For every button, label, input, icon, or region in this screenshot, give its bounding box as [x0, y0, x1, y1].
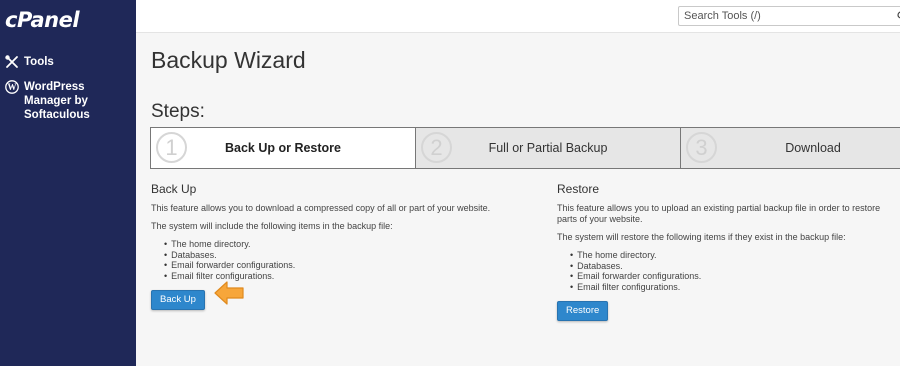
restore-items-list: The home directory. Databases. Email for… [570, 250, 900, 292]
pointer-arrow-icon [214, 281, 244, 305]
backup-intro: The system will include the following it… [151, 221, 393, 231]
tools-icon [5, 55, 18, 68]
backup-description: This feature allows you to download a co… [151, 203, 491, 213]
cpanel-logo[interactable]: cPanel [5, 8, 80, 32]
step-download[interactable]: 3 Download [680, 128, 900, 168]
list-item: Email filter configurations. [570, 282, 900, 293]
step-full-or-partial-backup[interactable]: 2 Full or Partial Backup [415, 128, 680, 168]
backup-items-list: The home directory. Databases. Email for… [164, 239, 531, 281]
page-title: Backup Wizard [151, 47, 306, 73]
list-item: Email forwarder configurations. [164, 260, 531, 271]
list-item: Databases. [164, 250, 531, 261]
restore-heading: Restore [557, 182, 600, 196]
svg-text:W: W [8, 82, 17, 92]
sidebar-item-label: Tools [24, 56, 54, 68]
back-up-button[interactable]: Back Up [151, 290, 205, 310]
sidebar-item-tools[interactable]: Tools [5, 55, 54, 69]
steps-bar: 1 Back Up or Restore 2 Full or Partial B… [150, 127, 900, 169]
step-label: Download [785, 141, 841, 155]
sidebar-item-label: WordPress Manager by Softaculous [24, 81, 90, 121]
step-label: Full or Partial Backup [488, 141, 608, 155]
wordpress-icon: W [5, 80, 19, 94]
top-bar [136, 0, 900, 33]
sidebar: cPanel Tools W WordPress Manager by Soft… [0, 0, 136, 366]
restore-button[interactable]: Restore [557, 301, 609, 321]
sidebar-item-wordpress-manager[interactable]: W WordPress Manager by Softaculous [5, 80, 130, 122]
list-item: Email forwarder configurations. [570, 271, 900, 282]
search-input[interactable] [678, 6, 900, 26]
steps-heading: Steps: [151, 101, 205, 122]
restore-description: This feature allows you to upload an exi… [557, 203, 881, 224]
list-item: The home directory. [570, 250, 900, 261]
backup-heading: Back Up [151, 182, 197, 196]
list-item: The home directory. [164, 239, 531, 250]
step-back-up-or-restore[interactable]: 1 Back Up or Restore [150, 128, 415, 168]
list-item: Databases. [570, 261, 900, 272]
restore-intro: The system will restore the following it… [557, 232, 846, 242]
step-label: Back Up or Restore [224, 141, 341, 155]
backup-section: Back Up This feature allows you to downl… [151, 182, 531, 310]
restore-section: Restore This feature allows you to uploa… [557, 182, 900, 321]
